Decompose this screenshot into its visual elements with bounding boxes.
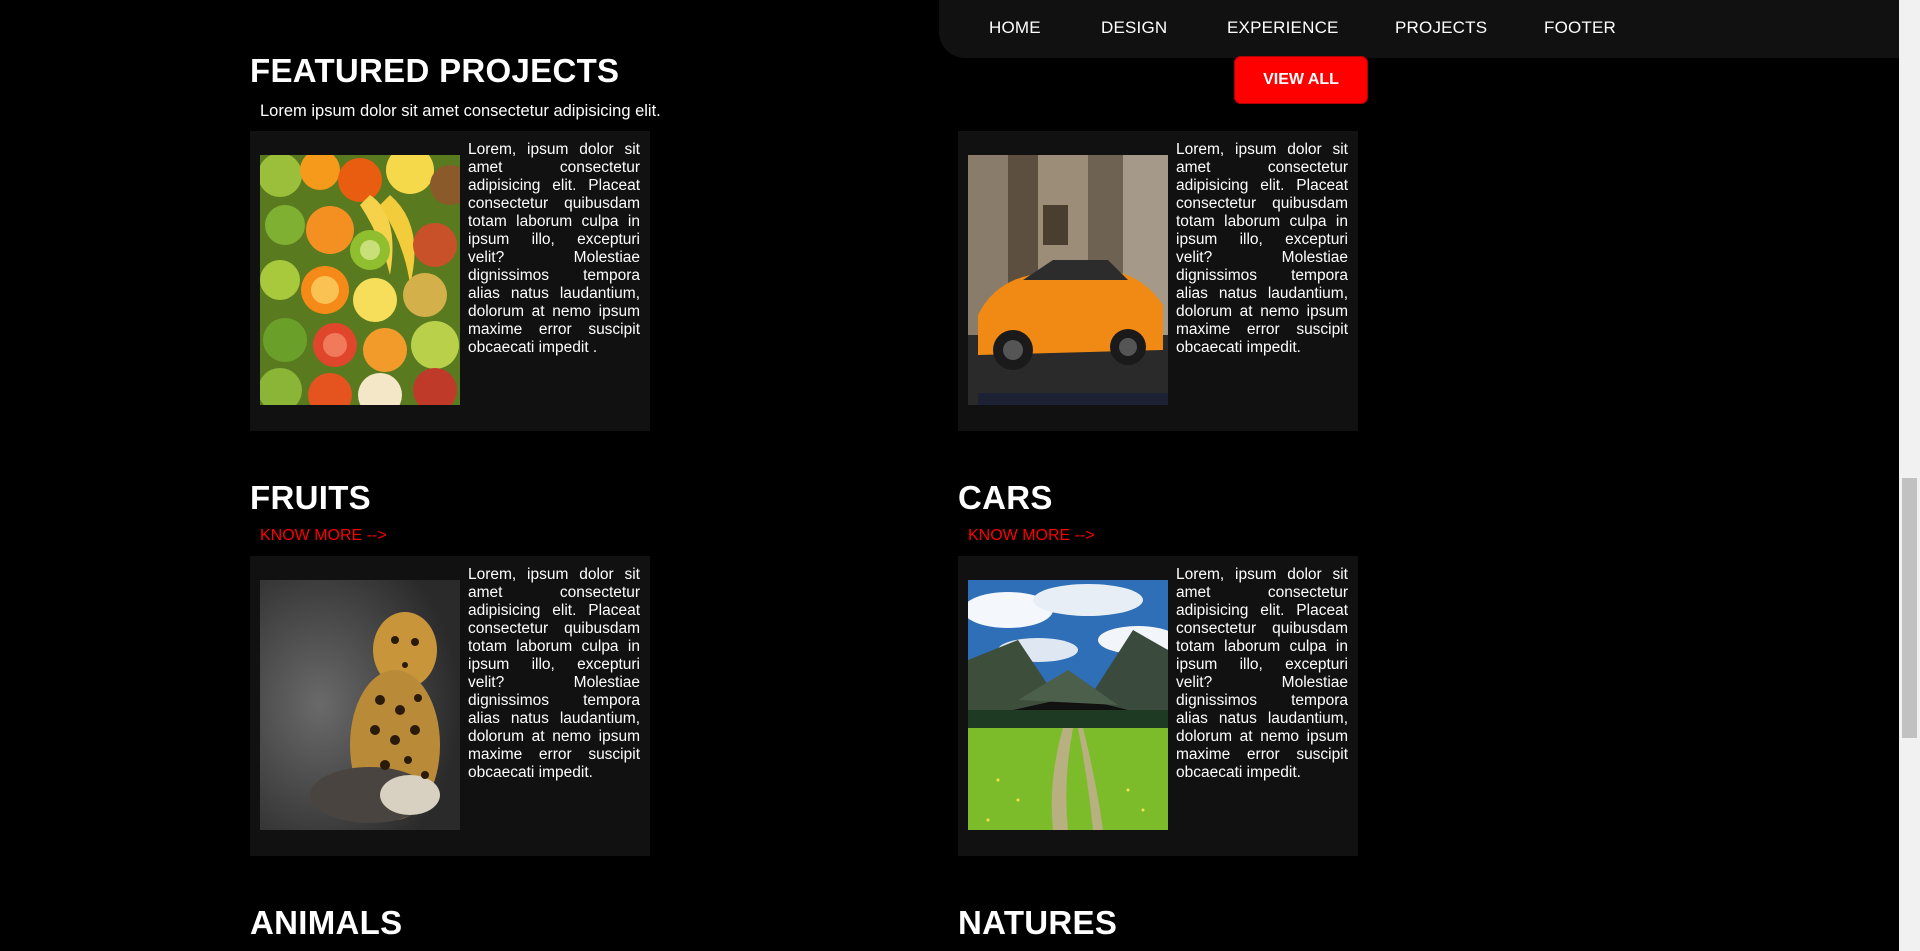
page: HOME DESIGN EXPERIENCE PROJECTS FOOTER F… [0,0,1920,951]
know-more-link-fruits[interactable]: KNOW MORE --> [260,527,387,545]
card-description: Lorem, ipsum dolor sit amet consectetur … [468,566,640,781]
nav-footer[interactable]: FOOTER [1544,18,1616,38]
card-description: Lorem, ipsum dolor sit amet consectetur … [468,141,640,356]
page-scrollbar[interactable] [1899,0,1920,951]
card-title-fruits: FRUITS [250,479,371,516]
project-card-natures: Lorem, ipsum dolor sit amet consectetur … [958,556,1358,856]
card-title-animals: ANIMALS [250,904,403,941]
nav-design[interactable]: DESIGN [1101,18,1167,38]
project-card-animals: Lorem, ipsum dolor sit amet consectetur … [250,556,650,856]
card-title-natures: NATURES [958,904,1118,941]
leopard-image [260,580,460,830]
view-all-button[interactable]: VIEW ALL [1234,56,1368,104]
know-more-link-cars[interactable]: KNOW MORE --> [968,527,1095,545]
card-title-cars: CARS [958,479,1053,516]
card-description: Lorem, ipsum dolor sit amet consectetur … [1176,141,1348,356]
nav-projects[interactable]: PROJECTS [1395,18,1487,38]
car-image [968,155,1168,405]
top-navbar: HOME DESIGN EXPERIENCE PROJECTS FOOTER [939,0,1899,58]
project-card-cars: Lorem, ipsum dolor sit amet consectetur … [958,131,1358,431]
featured-projects-title: FEATURED PROJECTS [250,52,620,89]
nav-home[interactable]: HOME [989,18,1041,38]
nav-experience[interactable]: EXPERIENCE [1227,18,1339,38]
scrollbar-thumb[interactable] [1902,478,1917,738]
landscape-image [968,580,1168,830]
featured-projects-subtitle: Lorem ipsum dolor sit amet consectetur a… [260,102,661,120]
project-card-fruits: Lorem, ipsum dolor sit amet consectetur … [250,131,650,431]
card-description: Lorem, ipsum dolor sit amet consectetur … [1176,566,1348,781]
fruits-image [260,155,460,405]
